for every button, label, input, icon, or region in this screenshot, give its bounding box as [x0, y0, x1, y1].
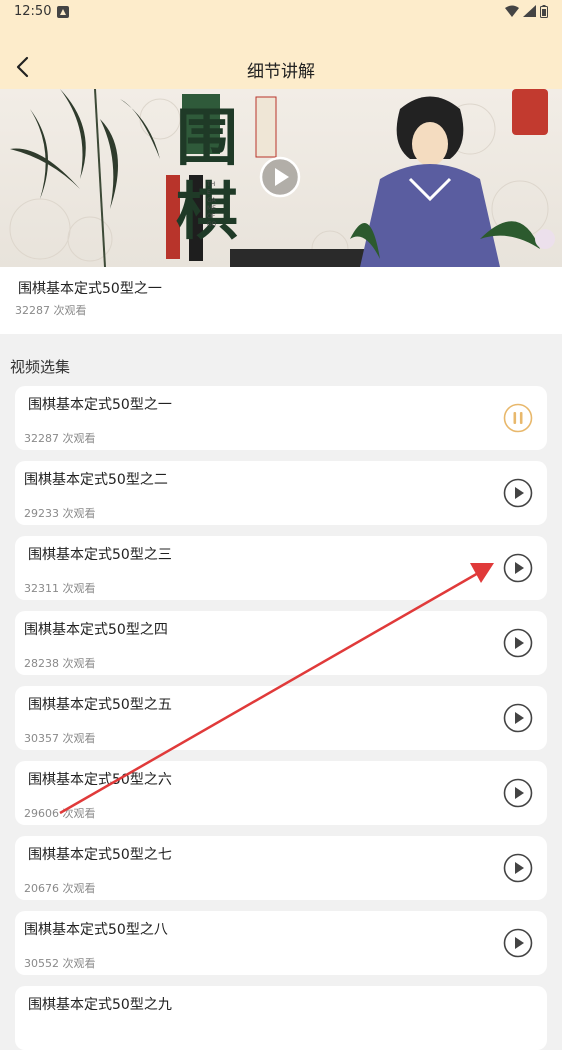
episode-title: 围棋基本定式50型之一 [28, 397, 172, 413]
header: 细节讲解 [0, 24, 562, 89]
episode-title: 围棋基本定式50型之七 [28, 847, 172, 863]
episode-title: 围棋基本定式50型之六 [28, 772, 172, 788]
episode-card[interactable]: 围棋基本定式50型之九 [15, 986, 547, 1050]
play-icon[interactable] [503, 478, 533, 508]
current-video-title: 围棋基本定式50型之一 [18, 281, 162, 297]
episode-card[interactable]: 围棋基本定式50型之二 29233 次观看 [15, 461, 547, 525]
episode-title: 围棋基本定式50型之三 [28, 547, 172, 563]
page-title: 细节讲解 [247, 62, 315, 82]
episodes-section-title: 视频选集 [10, 358, 71, 376]
episode-card[interactable]: 围棋基本定式50型之一 32287 次观看 [15, 386, 547, 450]
play-icon[interactable] [503, 778, 533, 808]
episode-card[interactable]: 围棋基本定式50型之七 20676 次观看 [15, 836, 547, 900]
episode-views: 28238 次观看 [24, 657, 96, 670]
battery-icon [540, 5, 548, 18]
status-icons [505, 5, 548, 18]
play-button-icon[interactable] [259, 156, 301, 198]
episode-card[interactable]: 围棋基本定式50型之八 30552 次观看 [15, 911, 547, 975]
play-icon[interactable] [503, 553, 533, 583]
current-video-views: 32287 次观看 [15, 304, 87, 317]
play-icon[interactable] [503, 853, 533, 883]
wifi-icon [505, 5, 519, 17]
episode-title: 围棋基本定式50型之五 [28, 697, 172, 713]
play-icon[interactable] [503, 928, 533, 958]
episode-card[interactable]: 围棋基本定式50型之五 30357 次观看 [15, 686, 547, 750]
episode-views: 20676 次观看 [24, 882, 96, 895]
play-icon[interactable] [503, 703, 533, 733]
episode-title: 围棋基本定式50型之八 [24, 922, 168, 938]
play-icon[interactable] [503, 628, 533, 658]
banner-subtitle: THE GAME OF GO [207, 181, 217, 228]
episode-card[interactable]: 围棋基本定式50型之四 28238 次观看 [15, 611, 547, 675]
episode-views: 29233 次观看 [24, 507, 96, 520]
episode-title: 围棋基本定式50型之四 [24, 622, 168, 638]
notification-icon [57, 6, 69, 18]
episode-card[interactable]: 围棋基本定式50型之三 32311 次观看 [15, 536, 547, 600]
status-bar: 12:50 [0, 0, 562, 24]
episode-views: 32311 次观看 [24, 582, 96, 595]
episode-views: 29606 次观看 [24, 807, 96, 820]
status-time: 12:50 [14, 4, 52, 19]
episode-card[interactable]: 围棋基本定式50型之六 29606 次观看 [15, 761, 547, 825]
episode-title: 围棋基本定式50型之二 [24, 472, 168, 488]
signal-icon [523, 5, 536, 17]
episode-views: 32287 次观看 [24, 432, 96, 445]
episode-views: 30552 次观看 [24, 957, 96, 970]
episode-title: 围棋基本定式50型之九 [28, 997, 172, 1013]
episode-views: 30357 次观看 [24, 732, 96, 745]
video-info: 围棋基本定式50型之一 32287 次观看 [0, 267, 562, 334]
pause-icon[interactable] [503, 403, 533, 433]
